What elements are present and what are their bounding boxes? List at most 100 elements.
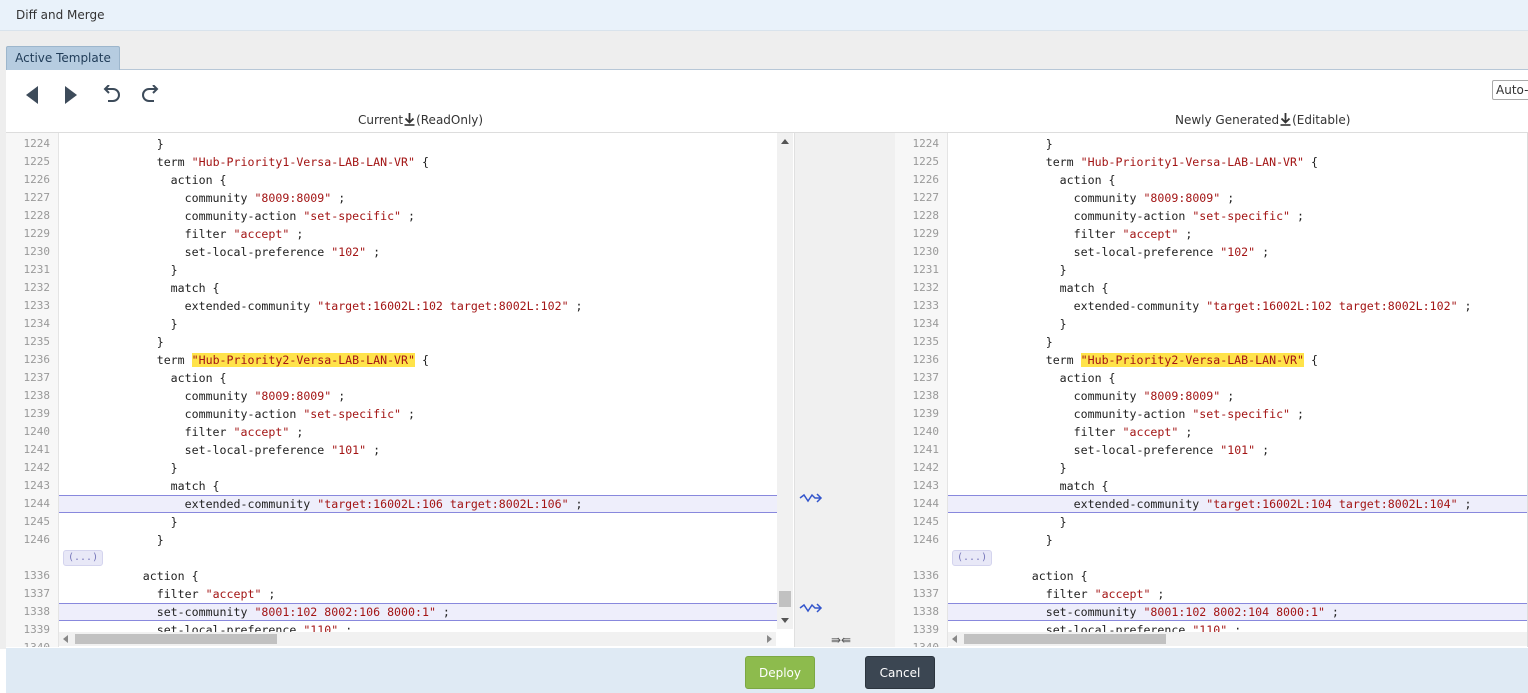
download-icon[interactable]: [404, 113, 415, 126]
left-vertical-scrollbar[interactable]: [777, 133, 793, 629]
left-pane-title: Current: [358, 113, 404, 127]
title-bar: Diff and Merge: [0, 0, 1528, 31]
line-number: 1239: [23, 407, 51, 420]
line-number: 1234: [23, 317, 51, 330]
scroll-thumb[interactable]: [779, 591, 791, 607]
scroll-up-icon[interactable]: [781, 139, 789, 144]
code-line: community "8009:8009" ;: [948, 389, 1235, 403]
code-line: }: [59, 263, 178, 277]
fold-expander[interactable]: (...): [952, 550, 993, 566]
left-pane-mode: (ReadOnly): [416, 113, 484, 127]
line-number: 1336: [23, 569, 51, 582]
line-number: 1229: [23, 227, 51, 240]
line-number: 1246: [23, 533, 51, 546]
scroll-down-icon[interactable]: [781, 618, 789, 623]
code-line: community "8009:8009" ;: [948, 191, 1235, 205]
line-number: 1237: [912, 371, 940, 384]
line-number: 1337: [23, 587, 51, 600]
scroll-left-icon[interactable]: [63, 635, 68, 643]
line-number: 1230: [23, 245, 51, 258]
line-number: 1233: [912, 299, 940, 312]
code-line: filter "accept" ;: [59, 587, 276, 601]
code-line: set-local-preference "101" ;: [948, 443, 1270, 457]
line-number: 1240: [912, 425, 940, 438]
code-line: }: [948, 515, 1067, 529]
scroll-thumb[interactable]: [75, 634, 277, 644]
line-number: 1339: [912, 623, 940, 636]
line-number: 1242: [23, 461, 51, 474]
line-number: 1236: [23, 353, 51, 366]
line-number: 1227: [23, 191, 51, 204]
auto-merge-select[interactable]: Auto-r: [1492, 80, 1528, 100]
scroll-left-icon[interactable]: [952, 635, 957, 643]
download-icon[interactable]: [1280, 113, 1291, 126]
left-code-editor[interactable]: } term "Hub-Priority1-Versa-LAB-LAN-VR" …: [59, 133, 777, 632]
code-line: }: [948, 461, 1067, 475]
line-number: 1227: [912, 191, 940, 204]
line-number: 1338: [912, 605, 940, 618]
line-number: 1235: [912, 335, 940, 348]
line-number: 1232: [912, 281, 940, 294]
line-number: 1232: [23, 281, 51, 294]
undo-button[interactable]: [98, 84, 124, 106]
code-line: action {: [59, 173, 227, 187]
changed-code-line: set-community "8001:102 8002:106 8000:1"…: [59, 603, 777, 621]
right-pane-title: Newly Generated: [1175, 113, 1280, 127]
cancel-button[interactable]: Cancel: [865, 656, 935, 689]
code-line: action {: [59, 371, 227, 385]
fold-expander[interactable]: (...): [63, 550, 104, 566]
code-line: }: [59, 515, 178, 529]
code-line: }: [948, 317, 1067, 331]
changed-code-line: extended-community "target:16002L:104 ta…: [948, 495, 1528, 513]
previous-diff-button[interactable]: [19, 84, 45, 106]
code-line: term "Hub-Priority2-Versa-LAB-LAN-VR" {: [59, 353, 429, 367]
deploy-button[interactable]: Deploy: [745, 656, 815, 689]
line-number: 1245: [23, 515, 51, 528]
tab-active-template[interactable]: Active Template: [6, 46, 120, 70]
left-horizontal-scrollbar[interactable]: [59, 632, 776, 646]
code-line: filter "accept" ;: [948, 227, 1193, 241]
line-number: 1238: [912, 389, 940, 402]
code-line: filter "accept" ;: [948, 425, 1193, 439]
merge-all-button[interactable]: ⇛⇚: [831, 633, 851, 647]
code-line: }: [59, 533, 164, 547]
code-line: filter "accept" ;: [948, 587, 1165, 601]
merge-right-arrow-icon[interactable]: [799, 492, 823, 504]
code-line: }: [948, 335, 1053, 349]
scroll-thumb[interactable]: [964, 634, 1166, 644]
code-line: set-local-preference "110" ;: [59, 623, 353, 632]
tab-strip: Active Template: [0, 31, 1528, 70]
line-number: 1243: [23, 479, 51, 492]
line-number: 1243: [912, 479, 940, 492]
right-pane-header: Newly Generated (Editable): [1175, 113, 1350, 127]
code-line: set-local-preference "110" ;: [948, 623, 1242, 632]
line-number: 1241: [23, 443, 51, 456]
merge-right-arrow-icon[interactable]: [799, 602, 823, 614]
code-line: match {: [948, 479, 1109, 493]
window-title: Diff and Merge: [16, 8, 105, 22]
code-line: }: [59, 317, 178, 331]
line-number: 1340: [24, 639, 51, 647]
code-line: community-action "set-specific" ;: [948, 209, 1305, 223]
merge-gutter: ⇛⇚: [794, 133, 896, 647]
next-diff-button[interactable]: [58, 84, 84, 106]
code-line: match {: [59, 281, 220, 295]
line-number: 1231: [23, 263, 51, 276]
code-line: term "Hub-Priority1-Versa-LAB-LAN-VR" {: [59, 155, 429, 169]
redo-icon: [142, 85, 159, 102]
line-number: 1225: [23, 155, 51, 168]
right-code-editor[interactable]: } term "Hub-Priority1-Versa-LAB-LAN-VR" …: [948, 133, 1528, 632]
line-number: 1338: [23, 605, 51, 618]
line-number: 1336: [912, 569, 940, 582]
right-line-gutter: 1224 1225 1226 1227 1228 1229 1230 1231 1232 1233…: [895, 133, 948, 647]
redo-button[interactable]: [138, 84, 164, 106]
right-pane-mode: (Editable): [1292, 113, 1351, 127]
line-number: 1226: [912, 173, 940, 186]
code-line: community-action "set-specific" ;: [948, 407, 1305, 421]
code-line: action {: [59, 569, 199, 583]
line-number: 1245: [912, 515, 940, 528]
scroll-right-icon[interactable]: [767, 635, 772, 643]
right-horizontal-scrollbar[interactable]: [948, 632, 1527, 646]
line-number: 1242: [912, 461, 940, 474]
line-number: 1244: [912, 497, 940, 510]
